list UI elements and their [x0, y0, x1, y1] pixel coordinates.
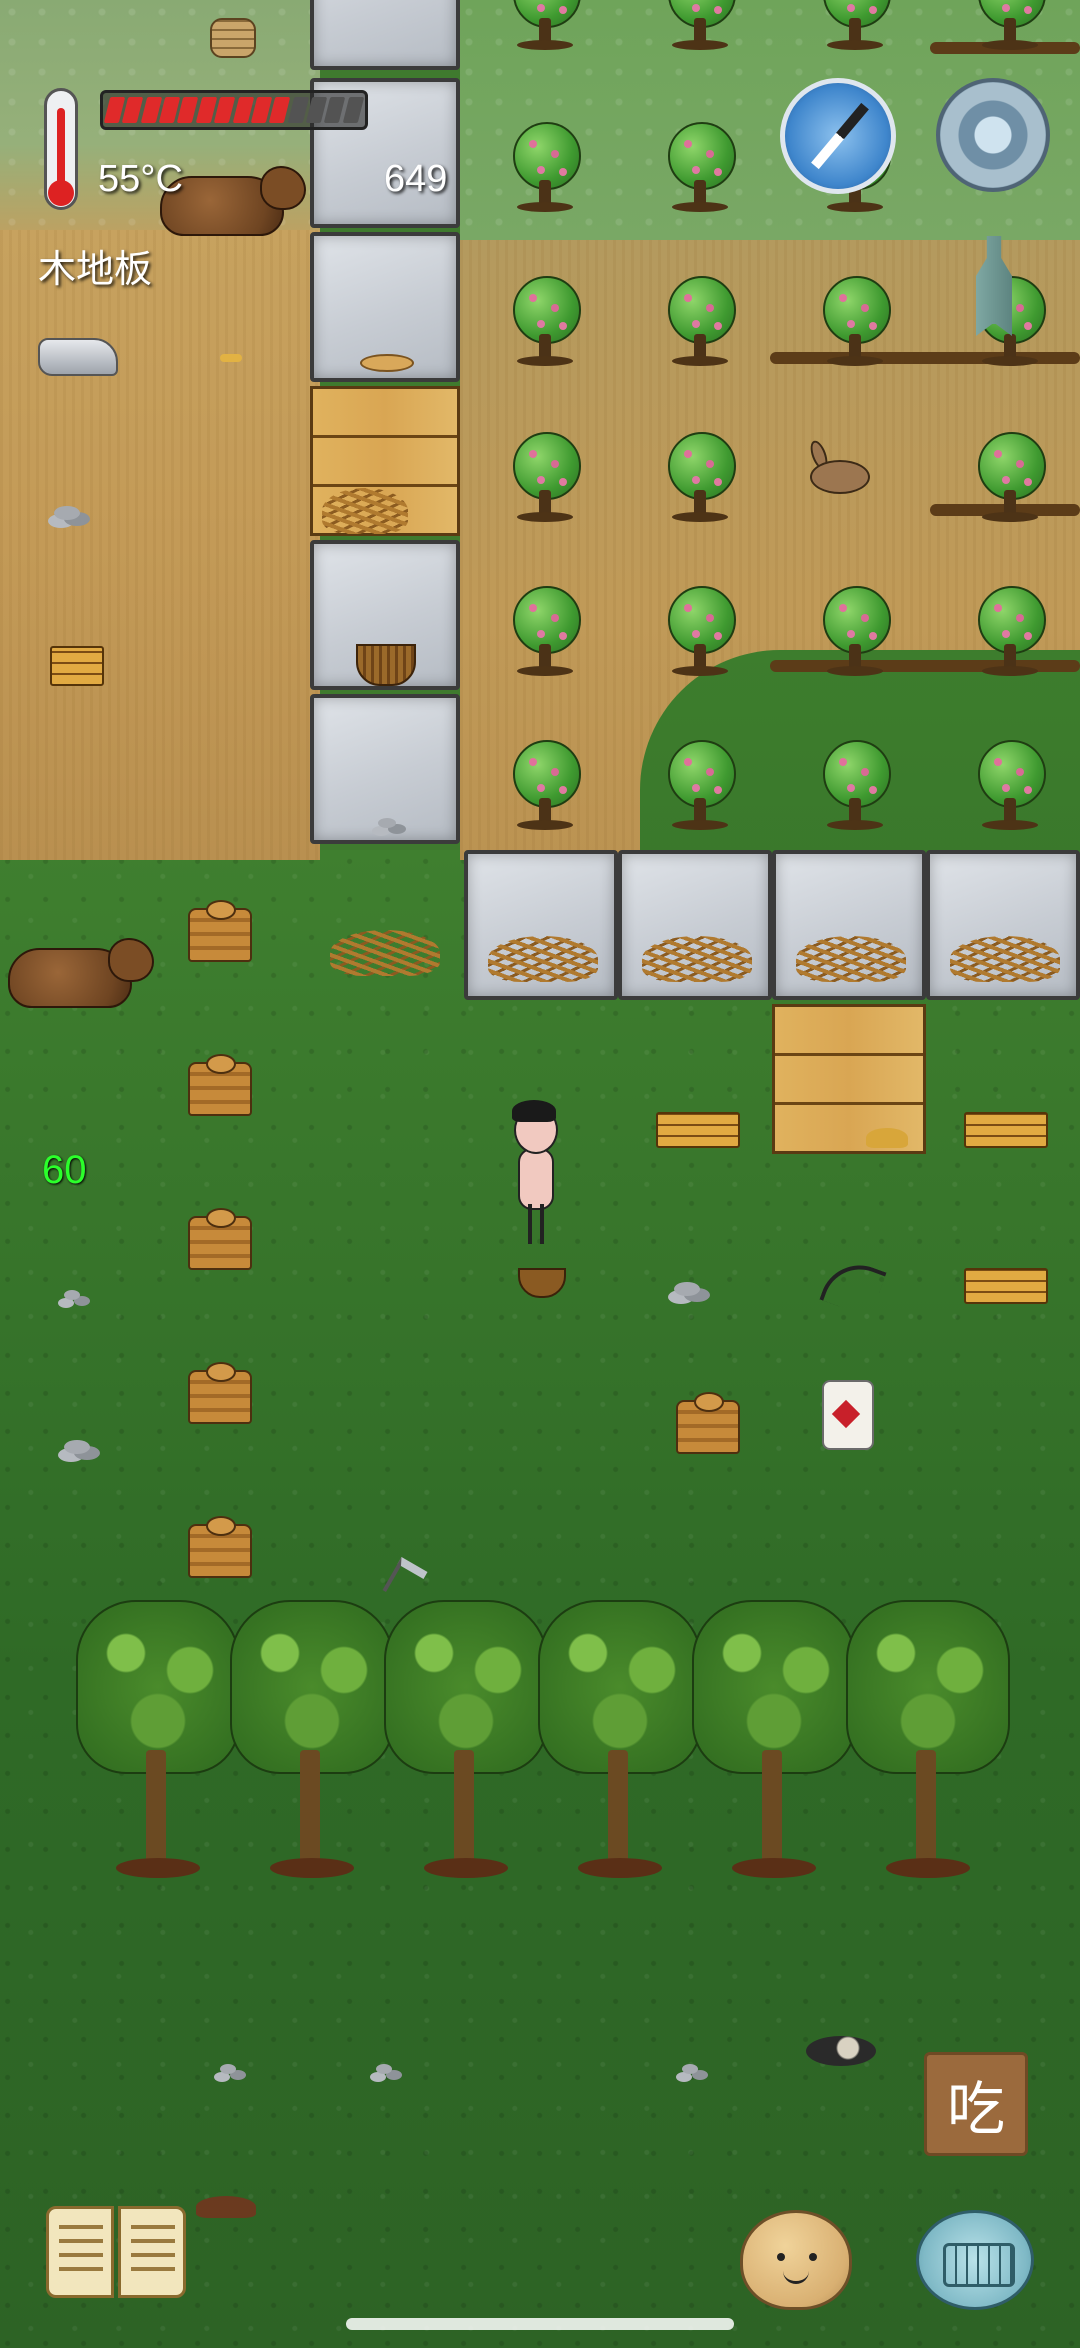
round-stones[interactable] — [64, 1440, 90, 1454]
round-stones[interactable] — [682, 2064, 698, 2074]
kindling-pile[interactable] — [330, 930, 440, 976]
berry-bush[interactable] — [660, 586, 740, 676]
tree-stump[interactable] — [178, 1052, 268, 1122]
burrow-hole[interactable] — [806, 2036, 876, 2066]
dirt-mound[interactable] — [196, 2196, 256, 2218]
berry-bush[interactable] — [970, 740, 1050, 830]
firewood-bundle[interactable] — [50, 646, 104, 686]
bread-item[interactable] — [360, 354, 414, 372]
tree-stump[interactable] — [178, 898, 268, 968]
berry-bush[interactable] — [815, 0, 895, 50]
firewood-pile[interactable] — [322, 488, 408, 534]
berry-bush[interactable] — [815, 740, 895, 830]
maple-tree[interactable] — [846, 1600, 1010, 1880]
brown-bear[interactable] — [8, 938, 154, 1008]
round-stones[interactable] — [376, 2064, 392, 2074]
kindling-pile[interactable] — [488, 936, 598, 982]
wooden-boards[interactable] — [964, 1268, 1048, 1304]
tree-stump[interactable] — [178, 1360, 268, 1430]
berry-bush[interactable] — [660, 0, 740, 50]
berry-bush[interactable] — [660, 122, 740, 212]
berry-bush[interactable] — [505, 0, 585, 50]
kindling-pile[interactable] — [642, 936, 752, 982]
score-readout: 649 — [384, 158, 448, 200]
hunger-bar — [100, 90, 368, 130]
dirt-ground-left — [0, 230, 320, 860]
stacked-plates[interactable] — [210, 18, 256, 58]
egg-basket[interactable] — [356, 644, 416, 686]
berry-bush[interactable] — [970, 432, 1050, 522]
thermometer-icon — [36, 88, 86, 212]
maple-tree[interactable] — [76, 1600, 240, 1880]
stone-floor-tile[interactable] — [310, 0, 460, 70]
keyboard-chat-icon[interactable] — [916, 2210, 1034, 2310]
spade-coin-icon[interactable] — [950, 236, 1040, 336]
round-stones[interactable] — [54, 506, 80, 520]
tile-name-label: 木地板 — [38, 249, 153, 291]
berry-bush[interactable] — [505, 276, 585, 366]
fps-counter: 60 — [42, 1148, 87, 1192]
tree-stump[interactable] — [178, 1206, 268, 1276]
wooden-boards[interactable] — [656, 1112, 740, 1148]
maple-tree[interactable] — [692, 1600, 856, 1880]
hunger-segment-empty — [342, 97, 365, 123]
wooden-boards[interactable] — [964, 1112, 1048, 1148]
gear-icon[interactable] — [936, 78, 1050, 192]
player-character[interactable] — [508, 1100, 568, 1250]
seed-sack[interactable] — [822, 1380, 874, 1450]
berry-bush[interactable] — [505, 586, 585, 676]
kindling-pile[interactable] — [950, 936, 1060, 982]
round-stones[interactable] — [378, 818, 396, 828]
kindling-pile[interactable] — [796, 936, 906, 982]
maple-tree[interactable] — [384, 1600, 548, 1880]
broken-stump[interactable] — [666, 1390, 740, 1460]
small-item[interactable] — [220, 354, 242, 362]
temperature-readout: 55°C — [98, 158, 183, 200]
eat-button[interactable]: 吃 — [924, 2052, 1028, 2156]
berry-bush[interactable] — [660, 276, 740, 366]
round-stones[interactable] — [220, 2064, 236, 2074]
round-stones[interactable] — [674, 1282, 700, 1296]
berry-bush[interactable] — [815, 276, 895, 366]
berry-bush[interactable] — [660, 740, 740, 830]
compass-icon[interactable] — [780, 78, 896, 194]
hunger-segment-full — [213, 97, 236, 123]
tree-stump[interactable] — [178, 1514, 268, 1584]
berry-bush[interactable] — [660, 432, 740, 522]
berry-bush[interactable] — [970, 0, 1050, 50]
berry-bush[interactable] — [815, 586, 895, 676]
berry-bush[interactable] — [505, 740, 585, 830]
berry-bush[interactable] — [505, 432, 585, 522]
home-indicator[interactable] — [346, 2318, 734, 2330]
maple-tree[interactable] — [538, 1600, 702, 1880]
wild-rabbit[interactable] — [800, 438, 880, 500]
book-icon[interactable] — [46, 2206, 188, 2306]
seed-pile[interactable] — [866, 1128, 908, 1148]
potato-face-icon[interactable] — [740, 2210, 852, 2310]
flat-rock[interactable] — [38, 338, 118, 376]
berry-bush[interactable] — [505, 122, 585, 212]
berry-bush[interactable] — [970, 586, 1050, 676]
round-stones[interactable] — [64, 1290, 80, 1300]
maple-tree[interactable] — [230, 1600, 394, 1880]
